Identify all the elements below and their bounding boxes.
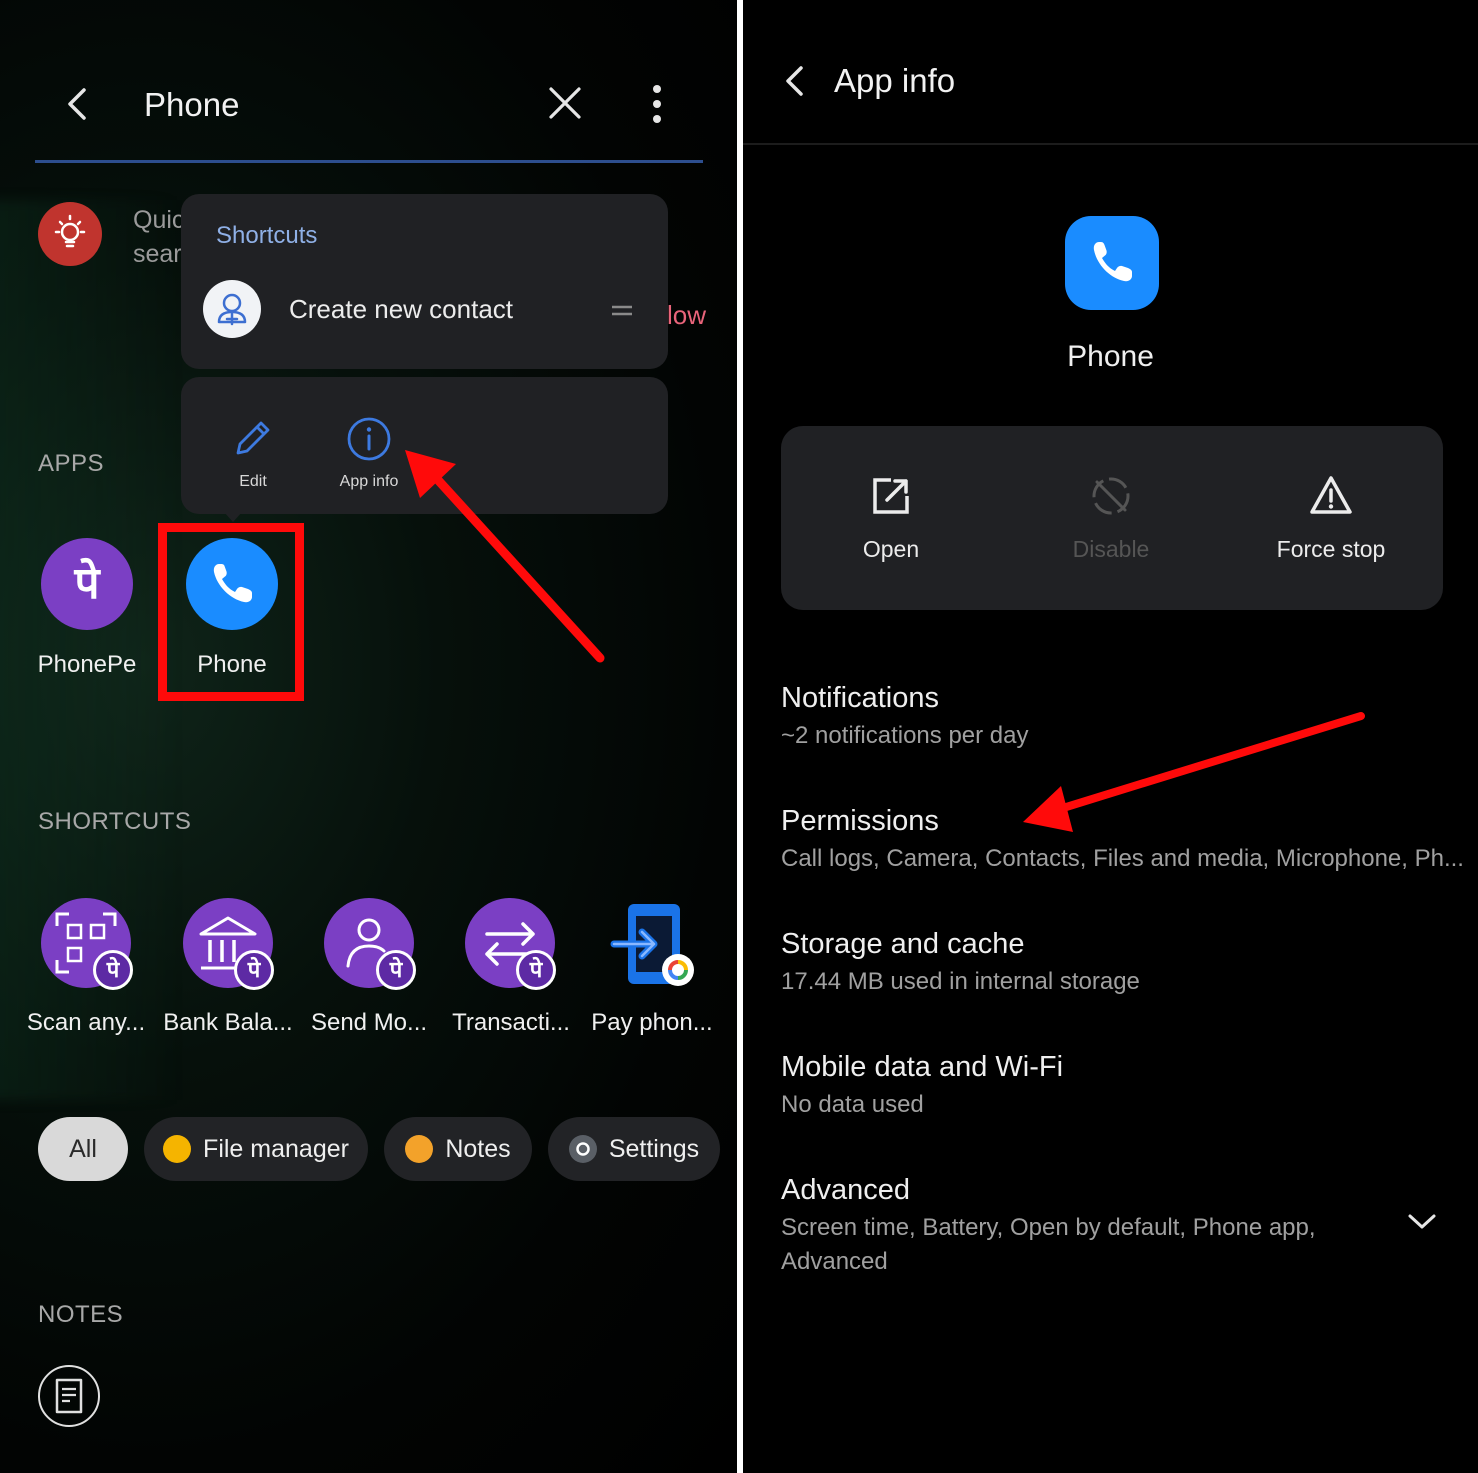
app-info-panel: App info Phone Open Disable Force stop N… xyxy=(743,0,1478,1473)
app-search-panel: Phone Quic sear low Shortcuts Create new… xyxy=(0,0,737,1473)
annotation-arrow-right xyxy=(1023,712,1365,832)
annotation-arrow-left xyxy=(405,450,605,663)
